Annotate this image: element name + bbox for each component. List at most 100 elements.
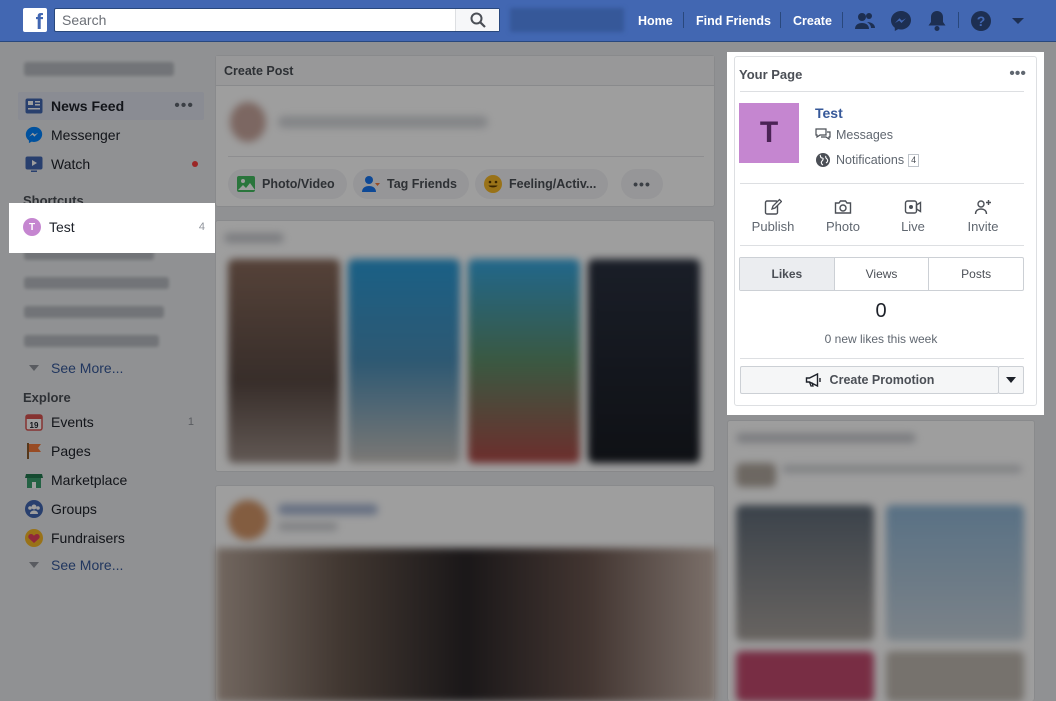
more-options-icon[interactable]: ••• (1009, 66, 1026, 82)
tag-friends-button[interactable]: Tag Friends (353, 169, 469, 199)
left-nav-watch-label: Watch (51, 156, 91, 172)
shortcut-test[interactable]: T Test 4 (23, 218, 205, 236)
left-nav-messenger-label: Messenger (51, 127, 121, 143)
create-promotion-button[interactable]: Create Promotion (740, 366, 999, 394)
friend-requests-icon[interactable] (853, 9, 877, 33)
messenger-icon (25, 126, 43, 144)
blurred-story[interactable] (588, 259, 700, 463)
blurred-thumbnail (736, 463, 776, 487)
tag-friends-label: Tag Friends (387, 177, 457, 191)
blurred-image[interactable] (736, 505, 874, 641)
blurred-text (782, 465, 1022, 473)
shortcut-test-label: Test (49, 219, 75, 235)
blurred-story[interactable] (348, 259, 460, 463)
live-video-icon (883, 197, 943, 217)
blurred-heading (224, 233, 284, 243)
publish-label: Publish (751, 219, 795, 234)
feeling-activity-button[interactable]: Feeling/Activ... (475, 169, 609, 199)
left-nav-groups[interactable]: Groups (18, 495, 204, 523)
blurred-avatar (228, 500, 268, 540)
notifications-bell-icon[interactable] (925, 9, 949, 33)
blurred-author (278, 504, 378, 515)
photo-button[interactable]: Photo (813, 197, 873, 234)
page-avatar: T (23, 218, 41, 236)
likes-count: 0 (875, 300, 887, 322)
blurred-image[interactable] (886, 505, 1024, 641)
nav-home[interactable]: Home (638, 0, 673, 42)
help-icon[interactable]: ? (969, 9, 993, 33)
left-nav-watch[interactable]: Watch (18, 150, 204, 178)
live-label: Live (901, 219, 925, 234)
blurred-shortcut (24, 335, 159, 347)
live-button[interactable]: Live (883, 197, 943, 234)
events-count: 1 (187, 416, 194, 428)
facebook-logo-icon[interactable]: f (23, 8, 47, 32)
promotion-dropdown-button[interactable] (998, 366, 1024, 394)
add-person-icon (953, 197, 1013, 217)
page-profile-picture[interactable]: T (739, 103, 799, 163)
photo-icon (236, 174, 256, 194)
messages-label: Messages (836, 128, 893, 142)
messenger-icon[interactable] (889, 9, 913, 33)
see-more-label: See More... (51, 360, 124, 376)
svg-text:?: ? (977, 13, 986, 29)
left-nav-fundraisers[interactable]: Fundraisers (18, 524, 204, 552)
divider (740, 358, 1024, 359)
divider (740, 183, 1024, 184)
explore-see-more[interactable]: See More... (18, 551, 204, 579)
left-nav-messenger[interactable]: Messenger (18, 121, 204, 149)
left-nav-pages-label: Pages (51, 443, 91, 459)
blurred-story[interactable] (468, 259, 580, 463)
megaphone-icon (805, 373, 821, 387)
photo-video-button[interactable]: Photo/Video (228, 169, 347, 199)
flag-icon (25, 442, 43, 460)
post-card (215, 485, 716, 701)
tag-friends-icon (361, 174, 381, 194)
blurred-image[interactable] (886, 651, 1024, 701)
shortcut-count: 4 (198, 221, 205, 233)
left-nav-events[interactable]: 19 Events 1 (18, 408, 204, 436)
search-input[interactable] (55, 9, 455, 31)
blurred-post-image[interactable] (216, 548, 716, 701)
nav-create[interactable]: Create (793, 0, 832, 42)
chevron-down-icon (25, 359, 43, 377)
notifications-count-badge: 4 (908, 153, 920, 167)
top-bar: f Home Find Friends Create ? (0, 0, 1056, 42)
tab-posts[interactable]: Posts (929, 258, 1023, 290)
groups-icon (25, 500, 43, 518)
nav-divider (683, 12, 684, 28)
page-name-link[interactable]: Test (815, 105, 843, 121)
notifications-link[interactable]: Notifications 4 (815, 152, 920, 168)
shortcut-highlight: T Test 4 (9, 203, 215, 253)
blurred-image[interactable] (736, 651, 874, 701)
tab-likes[interactable]: Likes (740, 258, 835, 290)
blurred-shortcut (24, 277, 169, 289)
blurred-avatar (230, 102, 266, 142)
account-menu-chevron-down-icon[interactable] (1006, 9, 1030, 33)
calendar-icon: 19 (25, 413, 43, 431)
messages-link[interactable]: Messages (815, 127, 893, 143)
profile-button[interactable] (510, 8, 624, 32)
invite-button[interactable]: Invite (953, 197, 1013, 234)
tab-views[interactable]: Views (835, 258, 930, 290)
invite-label: Invite (967, 219, 999, 234)
blurred-timestamp (278, 522, 338, 531)
more-options-icon[interactable]: ••• (621, 169, 663, 199)
insights-tabs: Likes Views Posts (739, 257, 1024, 291)
see-more-label: See More... (51, 557, 124, 573)
blurred-composer-placeholder[interactable] (278, 116, 488, 128)
left-nav-news-feed-label: News Feed (51, 98, 125, 114)
left-nav-marketplace[interactable]: Marketplace (18, 466, 204, 494)
smiley-icon (483, 174, 503, 194)
search-button[interactable] (455, 9, 499, 31)
blurred-story[interactable] (228, 259, 340, 463)
shortcuts-see-more[interactable]: See More... (18, 354, 204, 382)
stories-card (215, 220, 715, 472)
create-promotion-label: Create Promotion (829, 373, 935, 387)
camera-icon (813, 197, 873, 217)
left-nav-news-feed[interactable]: News Feed ••• (18, 92, 204, 120)
news-feed-more-icon[interactable]: ••• (174, 97, 194, 115)
publish-button[interactable]: Publish (743, 197, 803, 234)
nav-find-friends[interactable]: Find Friends (696, 0, 771, 42)
left-nav-pages[interactable]: Pages (18, 437, 204, 465)
